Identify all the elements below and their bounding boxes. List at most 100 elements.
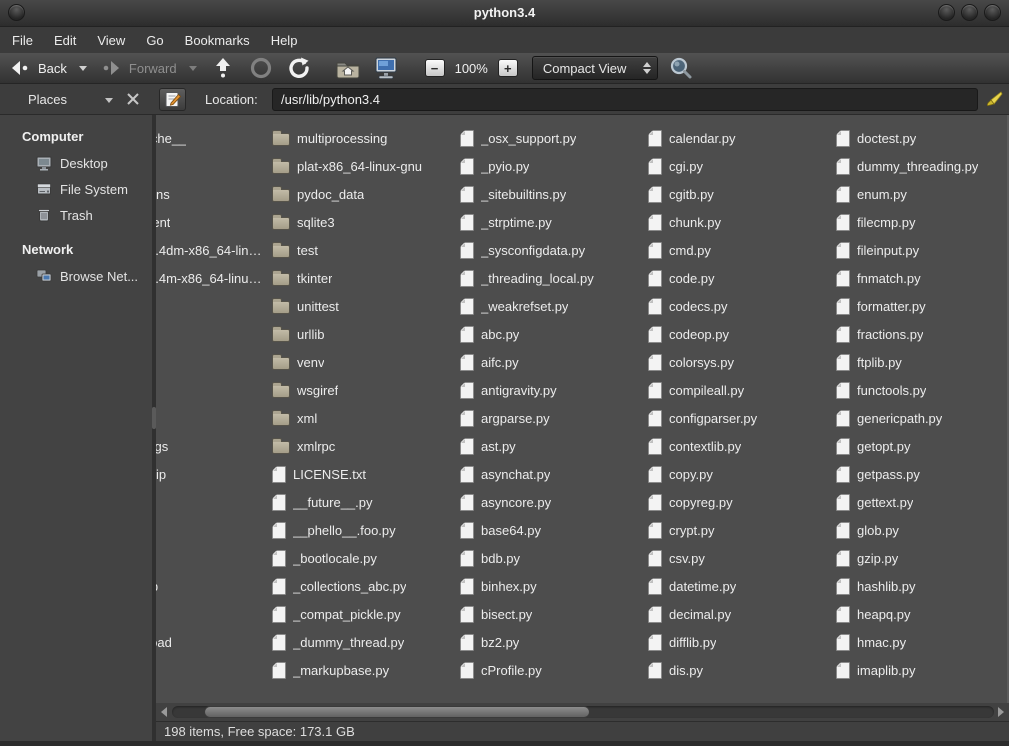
file-item[interactable]: _markupbase.py — [272, 656, 460, 684]
file-item[interactable]: _sysconfigdata.py — [460, 236, 648, 264]
file-item[interactable]: ftplib.py — [836, 348, 1009, 376]
file-item[interactable]: antigravity.py — [460, 376, 648, 404]
file-item[interactable]: dis.py — [648, 656, 836, 684]
file-item[interactable]: asyncio — [156, 152, 272, 180]
file-item[interactable]: copy.py — [648, 460, 836, 488]
file-item[interactable]: formatter.py — [836, 292, 1009, 320]
file-item[interactable]: colorsys.py — [648, 348, 836, 376]
sidebar-item-file-system[interactable]: File System — [0, 176, 152, 202]
file-item[interactable]: base64.py — [460, 516, 648, 544]
file-item[interactable]: unittest — [272, 292, 460, 320]
file-item[interactable]: idlelib — [156, 544, 272, 572]
file-item[interactable]: html — [156, 488, 272, 516]
file-item[interactable]: copyreg.py — [648, 488, 836, 516]
file-item[interactable]: difflib.py — [648, 628, 836, 656]
scrollbar-thumb[interactable] — [204, 706, 590, 718]
file-item[interactable]: wsgiref — [272, 376, 460, 404]
file-item[interactable]: _bootlocale.py — [272, 544, 460, 572]
file-item[interactable]: gettext.py — [836, 488, 1009, 516]
file-item[interactable]: functools.py — [836, 376, 1009, 404]
file-item[interactable]: glob.py — [836, 516, 1009, 544]
file-item[interactable]: venv — [272, 348, 460, 376]
file-item[interactable]: hmac.py — [836, 628, 1009, 656]
close-button[interactable] — [984, 4, 1001, 21]
horizontal-scrollbar[interactable] — [156, 703, 1009, 721]
file-item[interactable]: ensurepip — [156, 460, 272, 488]
file-item[interactable]: config-3.4m-x86_64-linux-gnu — [156, 264, 272, 292]
file-item[interactable]: genericpath.py — [836, 404, 1009, 432]
file-item[interactable]: getpass.py — [836, 460, 1009, 488]
file-item[interactable]: filecmp.py — [836, 208, 1009, 236]
scroll-left-button[interactable] — [159, 707, 169, 717]
file-item[interactable]: plat-x86_64-linux-gnu — [272, 152, 460, 180]
file-item[interactable]: urllib — [272, 320, 460, 348]
file-item[interactable]: json — [156, 600, 272, 628]
file-item[interactable]: email — [156, 404, 272, 432]
file-item[interactable]: xml — [272, 404, 460, 432]
menu-go[interactable]: Go — [144, 30, 165, 51]
file-item[interactable]: fileinput.py — [836, 236, 1009, 264]
file-item[interactable]: _pyio.py — [460, 152, 648, 180]
file-item[interactable]: binhex.py — [460, 572, 648, 600]
show-desktop-button[interactable] — [373, 56, 399, 80]
file-item[interactable]: __future__.py — [272, 488, 460, 516]
file-item[interactable]: http — [156, 516, 272, 544]
file-item[interactable]: importlib — [156, 572, 272, 600]
file-item[interactable]: __phello__.foo.py — [272, 516, 460, 544]
file-item[interactable]: distutils — [156, 376, 272, 404]
file-item[interactable]: xmlrpc — [272, 432, 460, 460]
file-item[interactable]: hashlib.py — [836, 572, 1009, 600]
file-item[interactable]: LICENSE.txt — [272, 460, 460, 488]
clear-location-button[interactable] — [983, 90, 1003, 110]
file-item[interactable]: _osx_support.py — [460, 124, 648, 152]
file-item[interactable]: _compat_pickle.py — [272, 600, 460, 628]
file-item[interactable]: bz2.py — [460, 628, 648, 656]
file-item[interactable]: dbm — [156, 348, 272, 376]
file-item[interactable]: crypt.py — [648, 516, 836, 544]
stop-button[interactable] — [249, 56, 273, 80]
file-item[interactable]: cgitb.py — [648, 180, 836, 208]
menu-view[interactable]: View — [95, 30, 127, 51]
file-item[interactable]: concurrent — [156, 208, 272, 236]
file-item[interactable]: fractions.py — [836, 320, 1009, 348]
file-item[interactable]: decimal.py — [648, 600, 836, 628]
file-item[interactable]: _threading_local.py — [460, 264, 648, 292]
file-item[interactable]: imaplib.py — [836, 656, 1009, 684]
file-item[interactable]: compileall.py — [648, 376, 836, 404]
menu-edit[interactable]: Edit — [52, 30, 78, 51]
file-item[interactable]: _collections_abc.py — [272, 572, 460, 600]
sidebar-item-trash[interactable]: Trash — [0, 202, 152, 228]
file-item[interactable]: _strptime.py — [460, 208, 648, 236]
file-item[interactable]: argparse.py — [460, 404, 648, 432]
file-item[interactable]: enum.py — [836, 180, 1009, 208]
menu-file[interactable]: File — [10, 30, 35, 51]
location-path-input[interactable] — [272, 88, 978, 111]
file-item[interactable]: abc.py — [460, 320, 648, 348]
file-item[interactable]: _dummy_thread.py — [272, 628, 460, 656]
edit-location-button[interactable] — [159, 88, 186, 111]
file-item[interactable]: calendar.py — [648, 124, 836, 152]
back-history-dropdown[interactable] — [79, 66, 87, 71]
file-item[interactable]: sqlite3 — [272, 208, 460, 236]
view-mode-dropdown[interactable]: Compact View — [532, 56, 658, 80]
file-item[interactable]: pydoc_data — [272, 180, 460, 208]
file-item[interactable]: chunk.py — [648, 208, 836, 236]
title-bar[interactable]: python3.4 — [0, 0, 1009, 27]
file-item[interactable]: cProfile.py — [460, 656, 648, 684]
file-item[interactable]: code.py — [648, 264, 836, 292]
minimize-button[interactable] — [938, 4, 955, 21]
side-pane-mode-label[interactable]: Places — [28, 92, 67, 107]
file-item[interactable]: asynchat.py — [460, 460, 648, 488]
search-button[interactable] — [668, 55, 694, 81]
file-item[interactable]: logging — [156, 656, 272, 684]
file-item[interactable]: asyncore.py — [460, 488, 648, 516]
refresh-button[interactable] — [287, 56, 311, 80]
back-button[interactable]: Back — [10, 60, 67, 76]
file-item[interactable]: config-3.4dm-x86_64-linux-gnu — [156, 236, 272, 264]
file-item[interactable]: aifc.py — [460, 348, 648, 376]
file-item[interactable]: heapq.py — [836, 600, 1009, 628]
sidebar-item-browse-network[interactable]: Browse Net... — [0, 263, 152, 289]
file-item[interactable]: cmd.py — [648, 236, 836, 264]
sidebar-splitter[interactable] — [152, 115, 156, 741]
file-item[interactable]: doctest.py — [836, 124, 1009, 152]
